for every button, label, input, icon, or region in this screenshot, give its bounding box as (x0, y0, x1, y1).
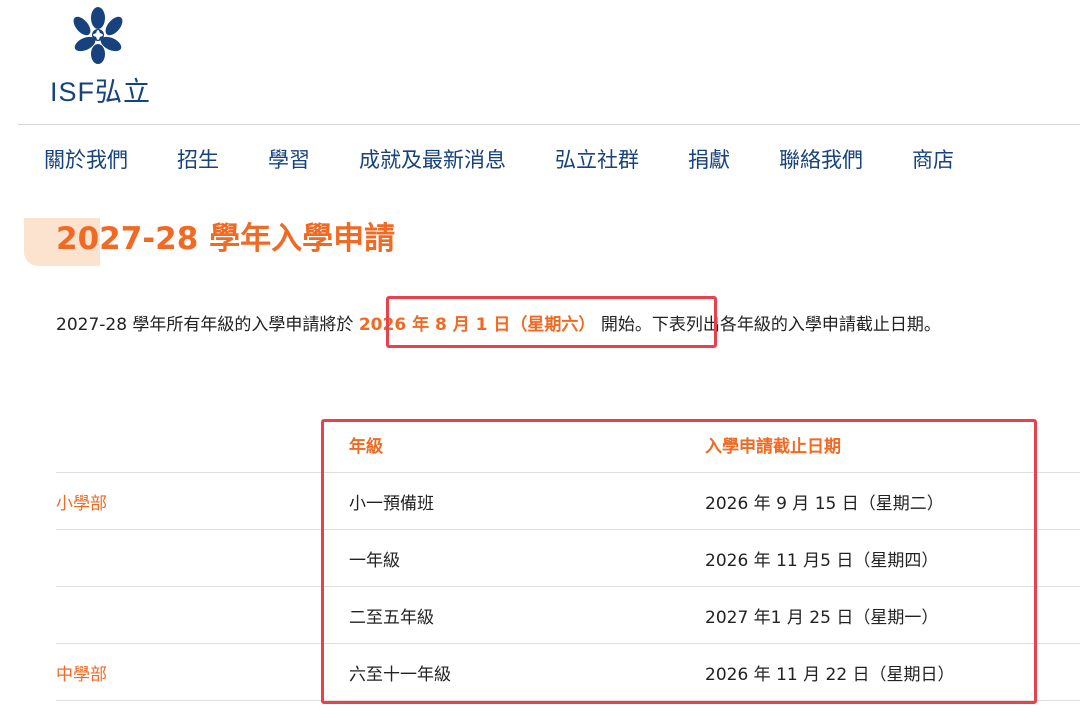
intro-text-after: 開始。下表列出各年級的入學申請截止日期。 (595, 315, 941, 335)
nav-item-about[interactable]: 關於我們 (44, 143, 128, 179)
header-deadline: 入學申請截止日期 (705, 436, 841, 457)
table-row: 一年級 2026 年 11 月5 日（星期四） (56, 529, 1080, 587)
nav-item-admissions[interactable]: 招生 (177, 143, 219, 179)
division-cell: 小學部 (56, 493, 107, 514)
page-title: 2027-28 學年入學申請 (56, 221, 396, 257)
grade-cell: 二至五年級 (349, 607, 434, 628)
table-header-row: 年級 入學申請截止日期 (56, 416, 1080, 473)
intro-start-date: 2026 年 8 月 1 日（星期六） (358, 315, 596, 335)
deadline-cell: 2026 年 9 月 15 日（星期二） (705, 493, 944, 514)
division-cell (56, 530, 349, 587)
header-grade: 年級 (349, 436, 383, 457)
table-row: 小學部 小一預備班 2026 年 9 月 15 日（星期二） (56, 472, 1080, 530)
grade-cell: 一年級 (349, 550, 400, 571)
nav-item-giving[interactable]: 捐獻 (688, 143, 730, 179)
nav-item-news[interactable]: 成就及最新消息 (359, 143, 506, 179)
grade-cell: 六至十一年級 (349, 664, 451, 685)
isf-flower-logo-icon (73, 7, 123, 64)
site-header: ISF弘立 (0, 0, 1080, 125)
header-division (56, 416, 349, 473)
table-row: 二至五年級 2027 年1 月 25 日（星期一） (56, 586, 1080, 644)
deadline-cell: 2026 年 11 月5 日（星期四） (705, 550, 939, 571)
header-divider (18, 124, 1080, 125)
nav-item-community[interactable]: 弘立社群 (555, 143, 639, 179)
intro-text-before: 2027-28 學年所有年級的入學申請將於 (56, 315, 359, 335)
intro-text: 2027-28 學年所有年級的入學申請將於 2026 年 8 月 1 日（星期六… (56, 311, 941, 339)
nav-item-learning[interactable]: 學習 (268, 143, 310, 179)
nav-item-contact[interactable]: 聯絡我們 (779, 143, 863, 179)
logo-wordmark: ISF弘立 (50, 77, 152, 107)
deadline-table: 年級 入學申請截止日期 小學部 小一預備班 2026 年 9 月 15 日（星期… (56, 416, 1080, 701)
table-row: 中學部 六至十一年級 2026 年 11 月 22 日（星期日） (56, 643, 1080, 701)
division-cell (56, 587, 349, 644)
nav-item-shop[interactable]: 商店 (912, 143, 954, 179)
deadline-cell: 2026 年 11 月 22 日（星期日） (705, 664, 955, 685)
division-cell: 中學部 (56, 664, 107, 685)
main-nav: 關於我們 招生 學習 成就及最新消息 弘立社群 捐獻 聯絡我們 商店 (44, 143, 1003, 179)
deadline-cell: 2027 年1 月 25 日（星期一） (705, 607, 939, 628)
grade-cell: 小一預備班 (349, 493, 434, 514)
